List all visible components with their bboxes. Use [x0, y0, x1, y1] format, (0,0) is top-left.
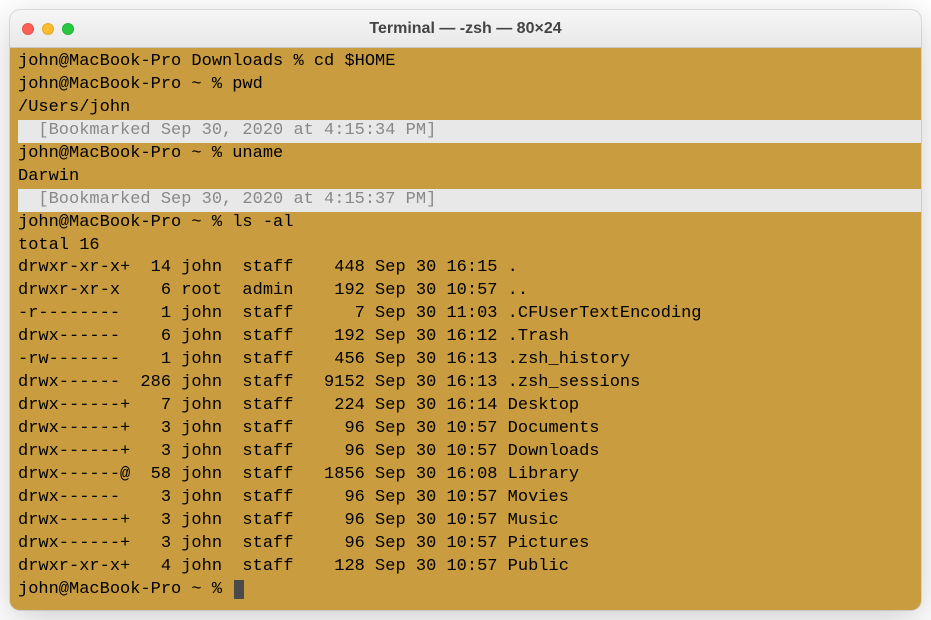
- terminal-line: /Users/john: [18, 97, 921, 120]
- terminal-line: drwx------ 6 john staff 192 Sep 30 16:12…: [18, 326, 921, 349]
- terminal-line: drwxr-xr-x+ 14 john staff 448 Sep 30 16:…: [18, 257, 921, 280]
- terminal-line: drwx------+ 3 john staff 96 Sep 30 10:57…: [18, 418, 921, 441]
- close-icon[interactable]: [22, 23, 34, 35]
- terminal-line: john@MacBook-Pro Downloads % cd $HOME: [18, 51, 921, 74]
- terminal-line: -rw------- 1 john staff 456 Sep 30 16:13…: [18, 349, 921, 372]
- bookmark-line: [Bookmarked Sep 30, 2020 at 4:15:34 PM]: [18, 120, 921, 143]
- terminal-line: total 16: [18, 235, 921, 258]
- cursor-icon: [234, 580, 244, 599]
- terminal-line: -r-------- 1 john staff 7 Sep 30 11:03 .…: [18, 303, 921, 326]
- titlebar[interactable]: Terminal — -zsh — 80×24: [10, 10, 921, 48]
- terminal-line: drwx------ 3 john staff 96 Sep 30 10:57 …: [18, 487, 921, 510]
- terminal-window: Terminal — -zsh — 80×24 john@MacBook-Pro…: [10, 10, 921, 610]
- terminal-line: drwx------+ 3 john staff 96 Sep 30 10:57…: [18, 510, 921, 533]
- current-prompt[interactable]: john@MacBook-Pro ~ %: [18, 579, 921, 602]
- terminal-line: drwx------+ 7 john staff 224 Sep 30 16:1…: [18, 395, 921, 418]
- terminal-line: drwx------+ 3 john staff 96 Sep 30 10:57…: [18, 441, 921, 464]
- terminal-line: drwx------ 286 john staff 9152 Sep 30 16…: [18, 372, 921, 395]
- terminal-line: john@MacBook-Pro ~ % pwd: [18, 74, 921, 97]
- terminal-line: drwx------+ 3 john staff 96 Sep 30 10:57…: [18, 533, 921, 556]
- terminal-line: drwxr-xr-x 6 root admin 192 Sep 30 10:57…: [18, 280, 921, 303]
- terminal-line: drwx------@ 58 john staff 1856 Sep 30 16…: [18, 464, 921, 487]
- terminal-line: Darwin: [18, 166, 921, 189]
- prompt-text: john@MacBook-Pro ~ %: [18, 580, 232, 599]
- terminal-line: john@MacBook-Pro ~ % uname: [18, 143, 921, 166]
- maximize-icon[interactable]: [62, 23, 74, 35]
- bookmark-line: [Bookmarked Sep 30, 2020 at 4:15:37 PM]: [18, 189, 921, 212]
- terminal-line: drwxr-xr-x+ 4 john staff 128 Sep 30 10:5…: [18, 556, 921, 579]
- traffic-lights: [10, 23, 74, 35]
- window-title: Terminal — -zsh — 80×24: [10, 20, 921, 38]
- minimize-icon[interactable]: [42, 23, 54, 35]
- terminal-line: john@MacBook-Pro ~ % ls -al: [18, 212, 921, 235]
- terminal-body[interactable]: john@MacBook-Pro Downloads % cd $HOMEjoh…: [10, 48, 921, 610]
